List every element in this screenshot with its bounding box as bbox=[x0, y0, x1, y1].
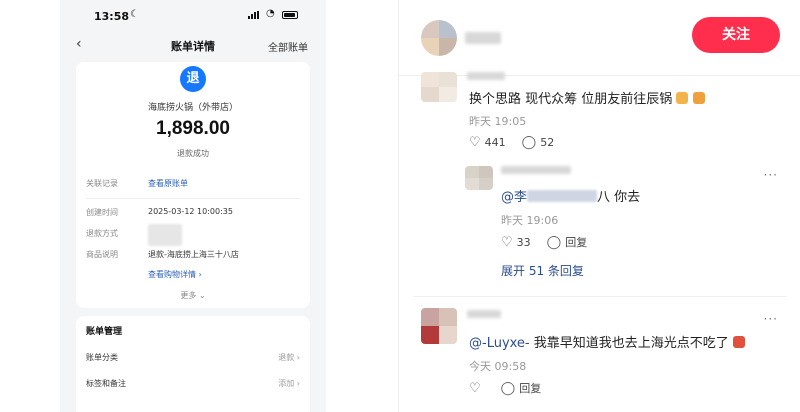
commenter-name-redacted bbox=[467, 72, 505, 80]
screenshot-root: 13:58 ☾ ◔ ‹ 账单详情 全部账单 退 海底捞火锅（外带店） 1,898… bbox=[0, 0, 800, 412]
like-icon[interactable]: ♡ bbox=[469, 381, 481, 396]
comment-time: 昨天 19:05 bbox=[469, 115, 527, 128]
created-time-row: 创建时间 2025-03-12 10:00:35 bbox=[86, 207, 233, 218]
like-icon[interactable]: ♡ bbox=[469, 135, 481, 150]
expand-replies-link[interactable]: 展开 51 条回复 bbox=[501, 262, 584, 279]
signal-icon bbox=[248, 11, 259, 19]
reply-icon[interactable]: ◯ bbox=[501, 381, 516, 396]
bill-card: 退 海底捞火锅（外带店） 1,898.00 退款成功 关联记录 查看原账单 创建… bbox=[76, 62, 310, 308]
reply-label[interactable]: 回复 bbox=[519, 380, 541, 396]
reply-avatar[interactable] bbox=[465, 166, 493, 190]
category-row[interactable]: 账单分类 退款 › bbox=[86, 352, 300, 363]
comment-time: 今天 09:58 bbox=[469, 360, 527, 373]
author-name-redacted bbox=[465, 32, 501, 44]
comment-text: 换个思路 现代众筹 位朋友前往辰锅 bbox=[469, 88, 705, 107]
shopping-detail-link[interactable]: 查看购物详情 › bbox=[148, 269, 202, 280]
author-bar: 关注 bbox=[399, 0, 800, 76]
wifi-icon: ◔ bbox=[266, 8, 275, 19]
follow-button[interactable]: 关注 bbox=[692, 17, 780, 53]
commenter-avatar[interactable] bbox=[421, 308, 457, 344]
mention[interactable]: @李 bbox=[501, 190, 527, 205]
description-row: 商品说明 退款-海底捞上海三十八店 bbox=[86, 249, 239, 260]
created-value: 2025-03-12 10:00:35 bbox=[148, 207, 233, 216]
comments-panel: 关注 换个思路 现代众筹 位朋友前往辰锅 昨天 19:05 ♡ 441 ◯ 52… bbox=[398, 0, 800, 412]
tags-label: 标签和备注 bbox=[86, 379, 126, 388]
reply-name-redacted bbox=[501, 166, 571, 174]
merchant-name: 海底捞火锅（外带店） bbox=[147, 103, 238, 113]
tags-row[interactable]: 标签和备注 添加 › bbox=[86, 378, 300, 389]
divider bbox=[413, 296, 787, 297]
reply-actions: ♡ 33 ◯ 回复 bbox=[501, 234, 587, 250]
comment-actions: ♡ 441 ◯ 52 bbox=[469, 135, 554, 150]
more-options-icon[interactable]: ··· bbox=[764, 168, 778, 182]
reply-label[interactable]: 回复 bbox=[565, 234, 587, 250]
management-title: 账单管理 bbox=[86, 327, 123, 337]
reply-icon[interactable]: ◯ bbox=[547, 235, 562, 250]
bill-detail-screenshot: 13:58 ☾ ◔ ‹ 账单详情 全部账单 退 海底捞火锅（外带店） 1,898… bbox=[60, 0, 326, 412]
commenter-avatar[interactable] bbox=[421, 72, 457, 102]
redacted-block bbox=[148, 224, 182, 246]
moon-icon: ☾ bbox=[130, 9, 139, 20]
category-value: 退款 › bbox=[278, 353, 300, 362]
related-label: 关联记录 bbox=[86, 179, 118, 188]
desc-label: 商品说明 bbox=[86, 250, 118, 259]
nav-bar: ‹ 账单详情 全部账单 bbox=[60, 30, 326, 60]
refund-status: 退款成功 bbox=[177, 149, 209, 158]
desc-value: 退款-海底捞上海三十八店 bbox=[148, 250, 239, 259]
status-time: 13:58 bbox=[94, 10, 130, 23]
author-avatar[interactable] bbox=[421, 20, 457, 56]
battery-icon bbox=[282, 11, 298, 19]
redacted-block bbox=[527, 190, 598, 202]
category-label: 账单分类 bbox=[86, 353, 118, 362]
related-record-row: 关联记录 查看原账单 bbox=[86, 178, 188, 189]
like-count: 441 bbox=[484, 136, 506, 149]
bill-management-card: 账单管理 账单分类 退款 › 标签和备注 添加 › bbox=[76, 316, 310, 412]
method-label: 退款方式 bbox=[86, 229, 118, 238]
refund-method-row: 退款方式 bbox=[86, 224, 182, 246]
status-bar: 13:58 ☾ ◔ bbox=[60, 0, 326, 30]
mention[interactable]: @-Luyxe- bbox=[469, 336, 530, 351]
reply-time: 昨天 19:06 bbox=[501, 214, 559, 227]
created-label: 创建时间 bbox=[86, 208, 118, 217]
emoji-icon bbox=[676, 92, 689, 104]
like-icon[interactable]: ♡ bbox=[501, 235, 513, 250]
bill-amount: 1,898.00 bbox=[156, 118, 230, 139]
tags-value: 添加 › bbox=[278, 379, 300, 388]
more-toggle[interactable]: 更多 ⌄ bbox=[76, 290, 310, 301]
emoji-icon bbox=[732, 336, 745, 348]
all-bills-link[interactable]: 全部账单 bbox=[268, 39, 308, 54]
divider bbox=[86, 198, 300, 199]
comment-actions: ♡ ◯ 回复 bbox=[469, 380, 541, 396]
reply-icon[interactable]: ◯ bbox=[522, 135, 537, 150]
reply-text: @李八 你去 bbox=[501, 190, 641, 205]
reply-count: 52 bbox=[540, 136, 555, 149]
emoji-icon bbox=[692, 92, 705, 104]
view-original-bill-link[interactable]: 查看原账单 bbox=[148, 178, 188, 189]
like-count: 33 bbox=[516, 235, 531, 249]
refund-icon: 退 bbox=[180, 66, 206, 92]
more-options-icon[interactable]: ··· bbox=[764, 312, 778, 326]
commenter-name-redacted bbox=[467, 310, 501, 318]
comment-text: @-Luyxe- 我靠早知道我也去上海光点不吃了 bbox=[469, 332, 745, 351]
